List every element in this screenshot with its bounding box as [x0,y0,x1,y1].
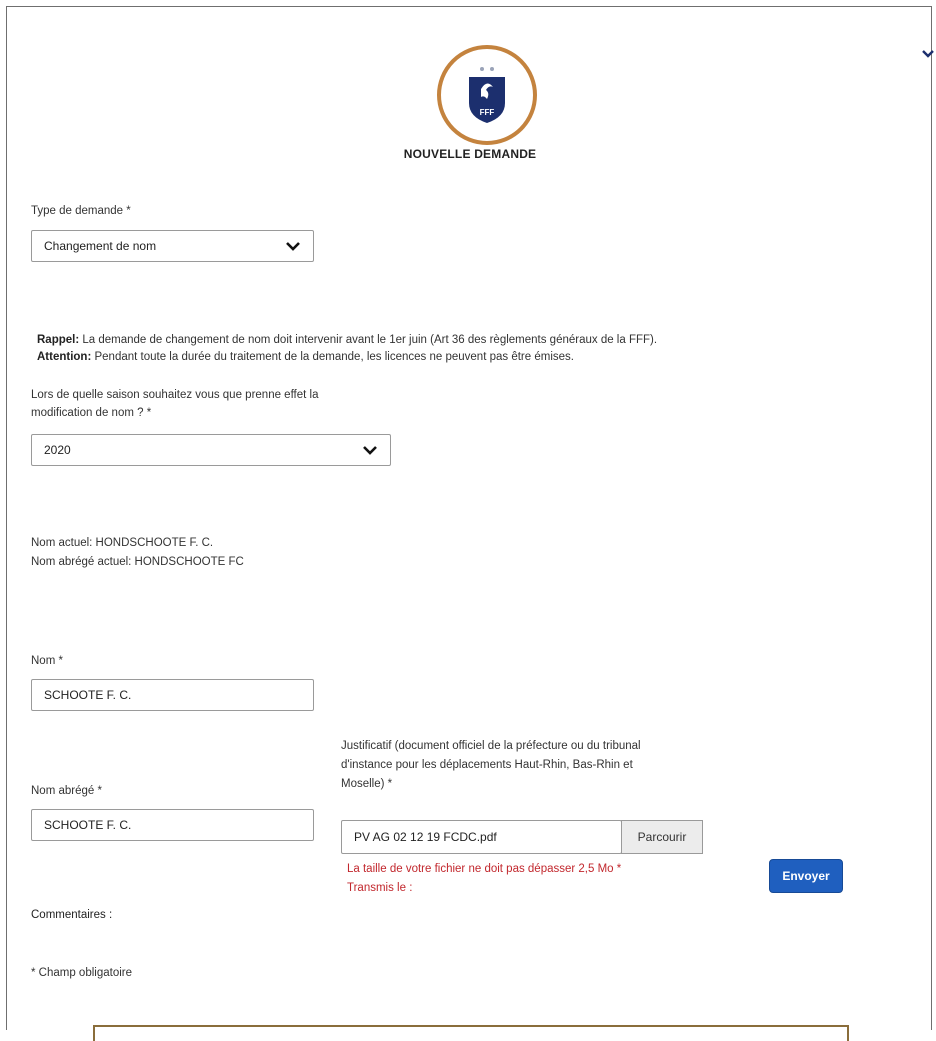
fff-logo: FFF [437,45,537,145]
season-select[interactable]: 2020 [31,434,391,466]
rappel-notice: Rappel: La demande de changement de nom … [37,334,658,346]
transmis-label: Transmis le : [347,882,413,894]
fff-crest-icon: FFF [469,67,505,123]
chevron-down-icon[interactable] [921,47,935,61]
chevron-down-icon [363,446,377,455]
current-name: Nom actuel: HONDSCHOOTE F. C. [31,537,214,549]
attention-notice: Attention: Pendant toute la durée du tra… [37,351,574,363]
justif-label-line2: d'instance pour les déplacements Haut-Rh… [341,759,633,771]
season-label-line2: modification de nom ? * [31,407,152,419]
season-label-line1: Lors de quelle saison souhaitez vous que… [31,389,319,401]
nom-label: Nom * [31,655,63,667]
comments-textarea[interactable] [93,1025,849,1041]
nom-abrege-input[interactable]: SCHOOTE F. C. [31,809,314,841]
size-warning: La taille de votre fichier ne doit pas d… [347,863,622,875]
send-button[interactable]: Envoyer [769,859,843,893]
justif-label-line1: Justificatif (document officiel de la pr… [341,740,641,752]
season-select-value: 2020 [44,443,71,457]
main-panel: FFF NOUVELLE DEMANDE Type de demande * C… [6,6,935,1041]
type-select[interactable]: Changement de nom [31,230,314,262]
svg-text:FFF: FFF [480,108,495,117]
type-select-value: Changement de nom [44,239,157,253]
chevron-down-icon [286,242,300,251]
justif-label-line3: Moselle) * [341,778,393,790]
file-input[interactable]: PV AG 02 12 19 FCDC.pdf [341,820,622,854]
browse-button[interactable]: Parcourir [621,820,703,854]
comments-label: Commentaires : [31,909,113,921]
current-short-name: Nom abrégé actuel: HONDSCHOOTE FC [31,556,244,568]
page-title: NOUVELLE DEMANDE [403,147,537,161]
nom-abrege-label: Nom abrégé * [31,785,102,797]
nom-input[interactable]: SCHOOTE F. C. [31,679,314,711]
type-label: Type de demande * [31,205,131,217]
required-note: * Champ obligatoire [31,967,133,979]
